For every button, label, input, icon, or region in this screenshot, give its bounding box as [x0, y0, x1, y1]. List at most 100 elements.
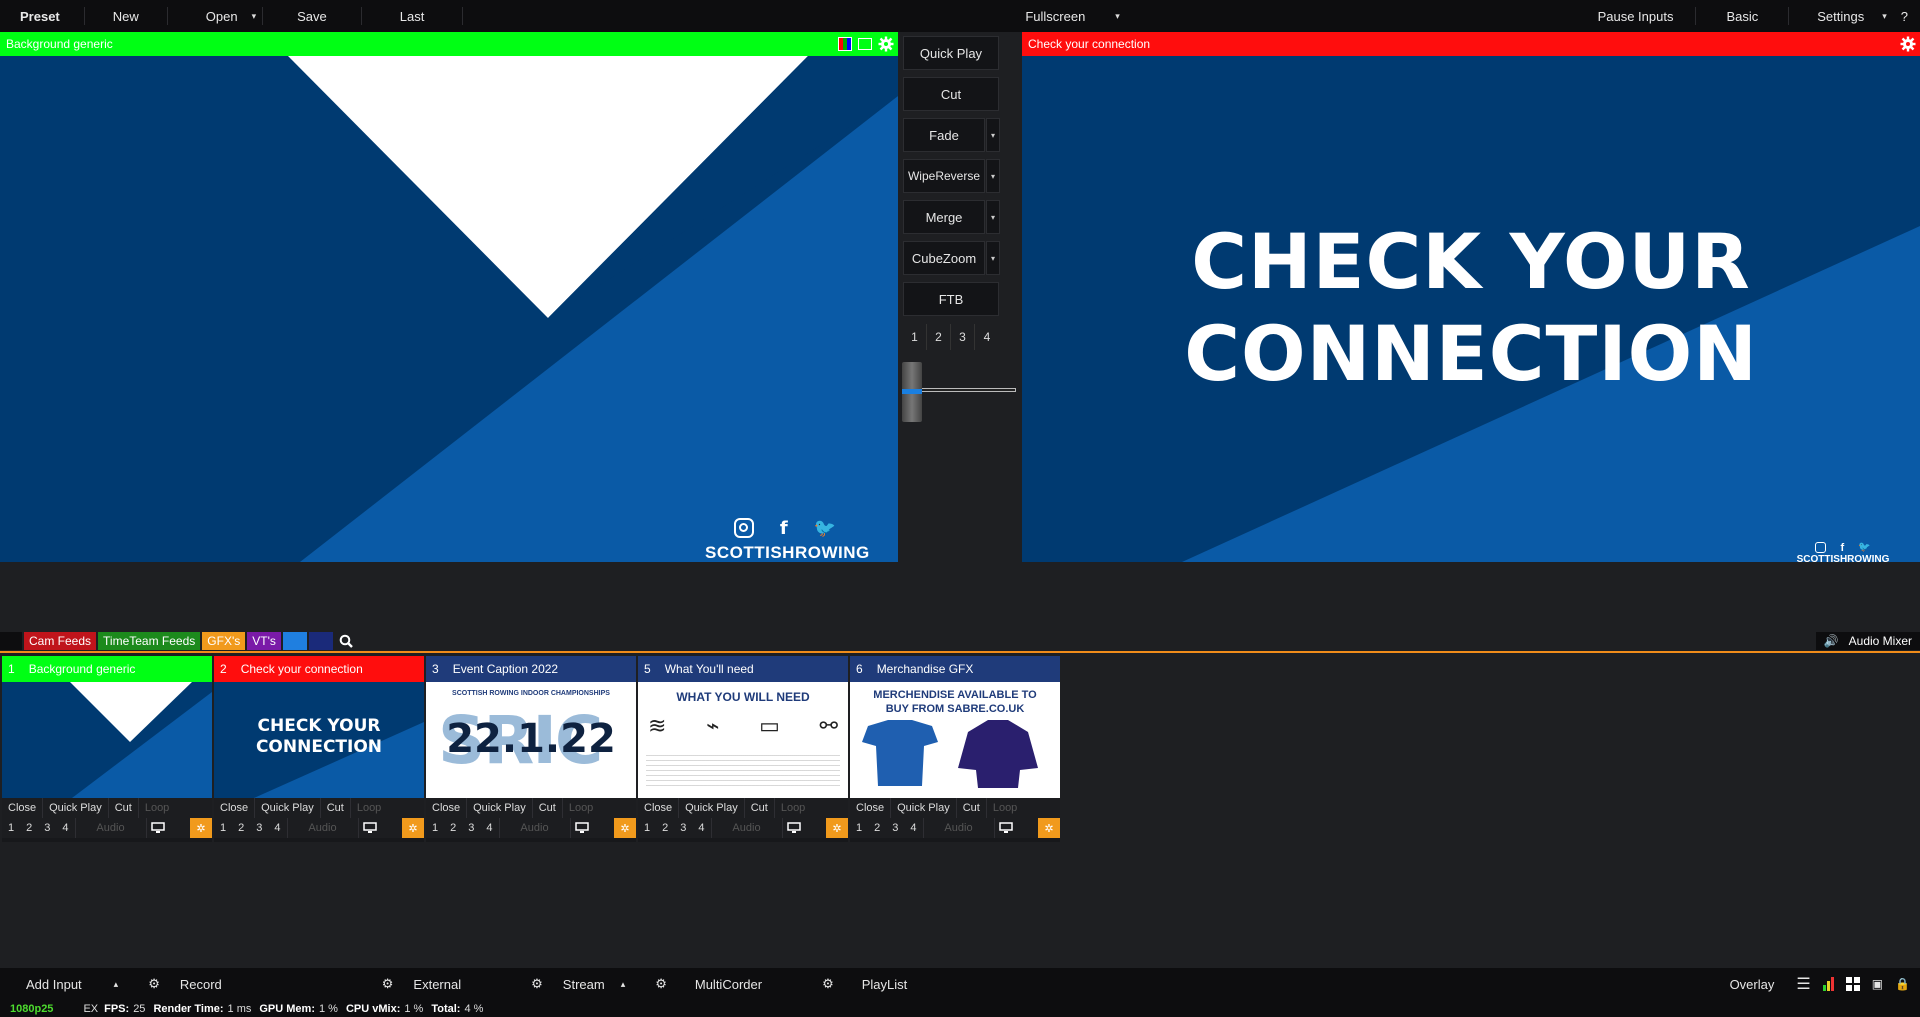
loop-button[interactable]: Loop	[351, 798, 387, 818]
overlay-3-button[interactable]: 3	[250, 818, 268, 838]
help-button[interactable]: ?	[1893, 0, 1920, 32]
input-tile-2[interactable]: 2 Check your connection CHECK YOUR CONNE…	[214, 656, 424, 842]
quick-play-button[interactable]: Quick Play	[43, 798, 109, 818]
overlay-1-button[interactable]: 1	[214, 818, 232, 838]
overlay-2-button[interactable]: 2	[232, 818, 250, 838]
loop-button[interactable]: Loop	[775, 798, 811, 818]
settings-dropdown-icon[interactable]: ▾	[1864, 0, 1893, 32]
monitor-icon[interactable]	[783, 818, 805, 838]
wipe-dropdown-icon[interactable]: ▾	[986, 159, 1000, 193]
input-tile-6[interactable]: 6 Merchandise GFX MERCHENDISE AVAILABLE …	[850, 656, 1060, 842]
loop-button[interactable]: Loop	[987, 798, 1023, 818]
tile-header[interactable]: 6 Merchandise GFX	[850, 656, 1060, 682]
pause-inputs-button[interactable]: Pause Inputs	[1576, 0, 1696, 32]
overlay-button[interactable]: Overlay	[1714, 968, 1791, 1000]
overlay-4-button[interactable]: 4	[692, 818, 710, 838]
tile-thumbnail[interactable]: SCOTTISH ROWING INDOOR CHAMPIONSHIPS SRI…	[426, 682, 636, 798]
wipe-reverse-button[interactable]: WipeReverse	[903, 159, 985, 193]
transition-2-button[interactable]: 2	[927, 324, 951, 350]
external-gear-icon[interactable]: ⚙	[372, 968, 404, 1000]
close-button[interactable]: Close	[850, 798, 892, 818]
overlay-2-button[interactable]: 2	[656, 818, 674, 838]
quick-play-button[interactable]: Quick Play	[467, 798, 533, 818]
overlay-3-button[interactable]: 3	[462, 818, 480, 838]
multicorder-button[interactable]: MultiCorder	[677, 968, 812, 1000]
transition-3-button[interactable]: 3	[951, 324, 975, 350]
gear-icon[interactable]: ✲	[826, 818, 848, 838]
record-gear-icon[interactable]: ⚙	[128, 968, 170, 1000]
cubezoom-button[interactable]: CubeZoom	[903, 241, 985, 275]
open-button[interactable]: Open	[168, 0, 238, 32]
overlay-4-button[interactable]: 4	[56, 818, 74, 838]
overlay-1-button[interactable]: 1	[426, 818, 444, 838]
lock-icon[interactable]: 🔒	[1889, 968, 1920, 1000]
gear-icon[interactable]	[1900, 36, 1916, 52]
overlay-3-button[interactable]: 3	[38, 818, 56, 838]
overlay-4-button[interactable]: 4	[904, 818, 922, 838]
last-button[interactable]: Last	[362, 0, 463, 32]
input-tile-5[interactable]: 5 What You'll need WHAT YOU WILL NEED ≋ ⌁…	[638, 656, 848, 842]
tile-header[interactable]: 1 Background generic	[2, 656, 212, 682]
merge-button[interactable]: Merge	[903, 200, 985, 234]
tab-cam-feeds[interactable]: Cam Feeds	[24, 632, 97, 650]
fade-dropdown-icon[interactable]: ▾	[986, 118, 1000, 152]
quick-play-button[interactable]: Quick Play	[255, 798, 321, 818]
multicorder-gear-icon[interactable]: ⚙	[645, 968, 677, 1000]
gear-icon[interactable]: ✲	[614, 818, 636, 838]
tile-header[interactable]: 2 Check your connection	[214, 656, 424, 682]
loop-button[interactable]: Loop	[139, 798, 175, 818]
preset-button[interactable]: Preset	[0, 0, 70, 32]
input-tile-3[interactable]: 3 Event Caption 2022 SCOTTISH ROWING IND…	[426, 656, 636, 842]
snapshot-icon[interactable]: ▣	[1866, 968, 1889, 1000]
audio-mixer-button[interactable]: 🔊 Audio Mixer	[1815, 632, 1920, 650]
quick-play-button[interactable]: Quick Play	[679, 798, 745, 818]
fade-button[interactable]: Fade	[903, 118, 985, 152]
basic-button[interactable]: Basic	[1696, 0, 1788, 32]
gear-icon[interactable]: ✲	[190, 818, 212, 838]
overlay-1-button[interactable]: 1	[2, 818, 20, 838]
overlay-4-button[interactable]: 4	[480, 818, 498, 838]
fullscreen-dropdown-icon[interactable]: ▾	[1107, 0, 1126, 32]
overlay-4-button[interactable]: 4	[268, 818, 286, 838]
quick-play-button[interactable]: Quick Play	[903, 36, 999, 70]
tab-timeteam-feeds[interactable]: TimeTeam Feeds	[98, 632, 201, 650]
ftb-button[interactable]: FTB	[903, 282, 999, 316]
fullscreen-button[interactable]: Fullscreen	[1003, 0, 1107, 32]
cubezoom-dropdown-icon[interactable]: ▾	[986, 241, 1000, 275]
tile-thumbnail[interactable]: WHAT YOU WILL NEED ≋ ⌁ ▭ ⚯	[638, 682, 848, 798]
overlay-2-button[interactable]: 2	[444, 818, 462, 838]
stream-dropdown-icon[interactable]: ▴	[605, 968, 646, 1000]
quick-play-button[interactable]: Quick Play	[891, 798, 957, 818]
monitor-icon[interactable]	[571, 818, 593, 838]
list-view-icon[interactable]: ☰	[1790, 968, 1816, 1000]
new-button[interactable]: New	[85, 0, 167, 32]
overlay-3-button[interactable]: 3	[674, 818, 692, 838]
save-button[interactable]: Save	[263, 0, 361, 32]
preview-panel[interactable]: Background generic f 🐦 SCOTTISHROWING	[0, 32, 898, 562]
close-button[interactable]: Close	[426, 798, 468, 818]
add-input-button[interactable]: Add Input	[0, 968, 94, 1000]
open-dropdown-icon[interactable]: ▾	[238, 0, 263, 32]
tab-blue[interactable]	[282, 632, 307, 650]
audio-button[interactable]: Audio	[710, 818, 783, 838]
monitor-icon[interactable]	[359, 818, 381, 838]
cut-button[interactable]: Cut	[109, 798, 139, 818]
close-button[interactable]: Close	[2, 798, 44, 818]
tile-thumbnail[interactable]	[2, 682, 212, 798]
color-bars-icon[interactable]	[838, 37, 852, 51]
gear-icon[interactable]	[878, 36, 894, 52]
stream-button[interactable]: Stream	[553, 968, 605, 1000]
tab-vts[interactable]: VT's	[247, 632, 281, 650]
tab-gfx[interactable]: GFX's	[202, 632, 246, 650]
tab-navy[interactable]	[308, 632, 333, 650]
add-input-dropdown-icon[interactable]: ▴	[94, 968, 129, 1000]
external-button[interactable]: External	[403, 968, 521, 1000]
close-button[interactable]: Close	[214, 798, 256, 818]
overlay-1-button[interactable]: 1	[850, 818, 868, 838]
audio-button[interactable]: Audio	[74, 818, 147, 838]
overlay-3-button[interactable]: 3	[886, 818, 904, 838]
gear-icon[interactable]: ✲	[1038, 818, 1060, 838]
level-meter-icon[interactable]	[1817, 968, 1840, 1000]
overlay-1-button[interactable]: 1	[638, 818, 656, 838]
transition-1-button[interactable]: 1	[903, 324, 927, 350]
